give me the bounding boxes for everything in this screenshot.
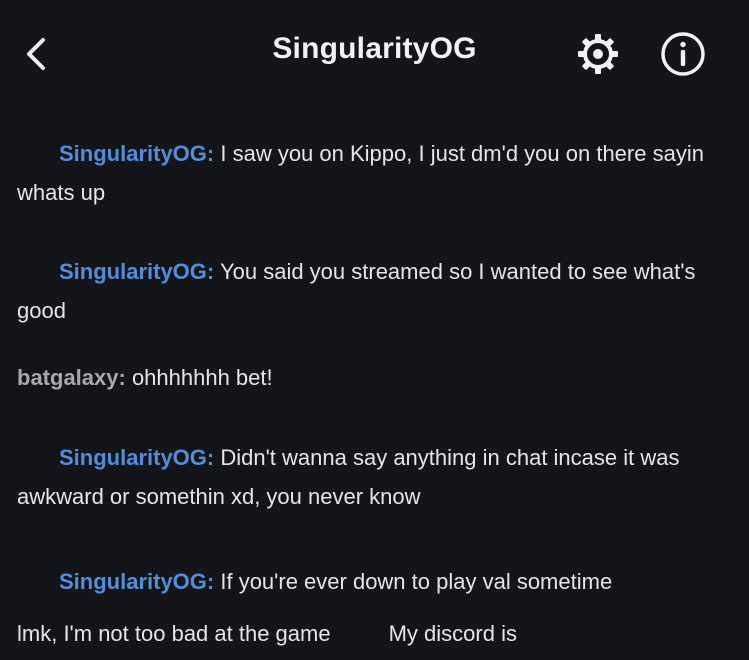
- chat-message: batgalaxy: ohhhhhhh bet!: [17, 358, 735, 397]
- gear-icon: [578, 34, 618, 74]
- message-text: lmk, I'm not too bad at the game: [17, 621, 331, 646]
- message-author[interactable]: batgalaxy:: [17, 365, 126, 390]
- message-text: My discord is: [388, 621, 517, 646]
- chat-message: SingularityOG: Didn't wanna say anything…: [17, 438, 735, 516]
- message-text: ohhhhhhh bet!: [125, 365, 273, 390]
- chat-message: SingularityOG: I saw you on Kippo, I jus…: [17, 134, 735, 212]
- message-author[interactable]: SingularityOG:: [59, 259, 214, 284]
- message-text: If you're ever down to play val sometime: [214, 569, 613, 594]
- info-icon: [661, 32, 705, 76]
- message-author[interactable]: SingularityOG:: [59, 141, 214, 166]
- page-title: SingularityOG: [272, 32, 477, 65]
- info-button[interactable]: [659, 30, 707, 78]
- message-author[interactable]: SingularityOG:: [59, 569, 214, 594]
- chat-header: SingularityOG: [0, 0, 749, 108]
- message-author[interactable]: SingularityOG:: [59, 445, 214, 470]
- chat-message: SingularityOG: You said you streamed so …: [17, 252, 735, 330]
- chat-message: SingularityOG: If you're ever down to pl…: [17, 556, 735, 660]
- settings-button[interactable]: [574, 30, 622, 78]
